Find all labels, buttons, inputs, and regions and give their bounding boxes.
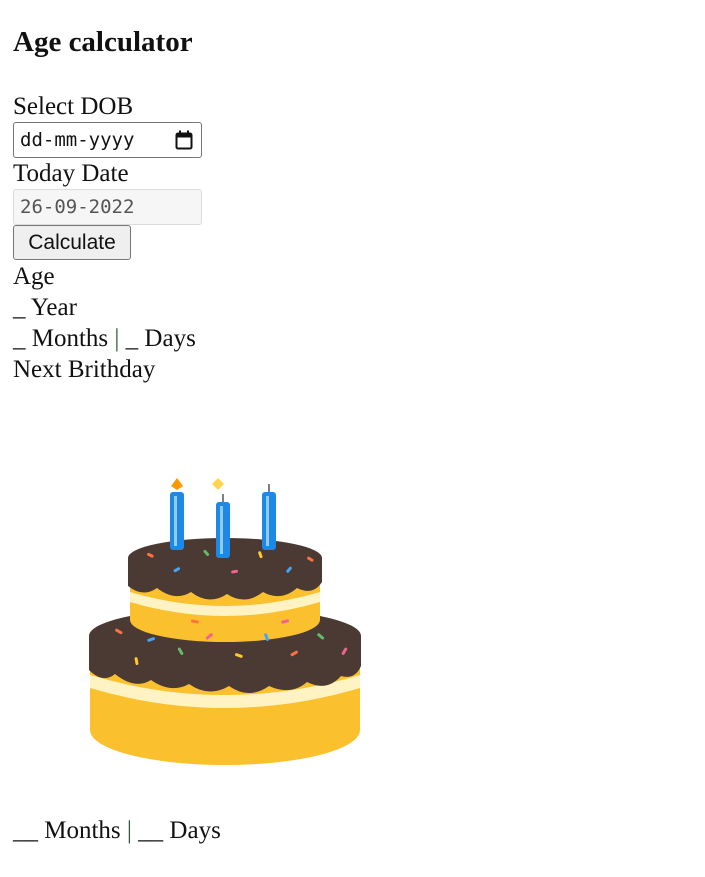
page-title: Age calculator (13, 26, 193, 58)
age-months-unit: Months (31, 325, 109, 352)
age-days-unit: Days (144, 325, 196, 352)
today-date-input: 26-09-2022 (13, 189, 202, 225)
age-months-days-line: _ Months | _ Days (13, 324, 196, 354)
age-months-value: _ (13, 325, 26, 352)
dob-label: Select DOB (13, 93, 134, 120)
next-birthday-months-value: __ (13, 817, 38, 844)
birthday-cake-icon (89, 478, 361, 765)
next-birthday-days-value: __ (138, 817, 164, 844)
next-birthday-heading: Next Brithday (13, 356, 156, 383)
next-birthday-months-unit: Months (44, 817, 121, 844)
next-birthday-separator: | (126, 817, 132, 844)
next-birthday-days-unit: Days (169, 817, 221, 844)
dob-date-input[interactable]: dd-mm-yyyy (13, 122, 202, 158)
calendar-icon[interactable] (175, 130, 193, 150)
next-birthday-line: __ Months | __ Days (13, 816, 221, 846)
today-date-label: Today Date (13, 160, 129, 187)
age-days-value: _ (125, 325, 139, 352)
age-heading: Age (13, 263, 55, 290)
age-years-line: _ Year (13, 293, 77, 323)
dob-placeholder: dd-mm-yyyy (20, 129, 135, 151)
age-years-unit: Year (30, 294, 77, 321)
age-separator: | (114, 325, 120, 352)
age-years-value: _ (13, 294, 26, 321)
today-date-value: 26-09-2022 (20, 196, 135, 218)
calculate-button[interactable]: Calculate (13, 225, 131, 260)
